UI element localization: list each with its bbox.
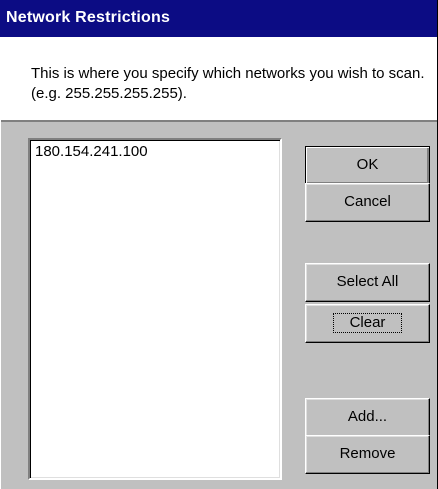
ok-button-label: OK	[356, 156, 379, 173]
add-button[interactable]: Add...	[305, 398, 430, 437]
description-panel: This is where you specify which networks…	[0, 37, 438, 122]
cancel-button-label: Cancel	[344, 193, 391, 210]
dialog-title: Network Restrictions	[0, 0, 438, 37]
clear-button-label: Clear	[332, 313, 403, 333]
select-all-button-label: Select All	[336, 273, 399, 290]
clear-button[interactable]: Clear	[305, 304, 430, 343]
description-text: This is where you specify which networks…	[31, 65, 425, 102]
ok-button[interactable]: OK	[305, 146, 430, 185]
network-restrictions-dialog: Network Restrictions This is where you s…	[0, 0, 438, 489]
cancel-button[interactable]: Cancel	[305, 183, 430, 222]
remove-button[interactable]: Remove	[305, 435, 430, 474]
remove-button-label: Remove	[339, 445, 396, 462]
dialog-left-edge	[0, 37, 1, 489]
select-all-button[interactable]: Select All	[305, 263, 430, 302]
network-list-item[interactable]: 180.154.241.100	[30, 140, 280, 161]
networks-listbox[interactable]: 180.154.241.100	[28, 138, 282, 480]
add-button-label: Add...	[347, 408, 388, 425]
